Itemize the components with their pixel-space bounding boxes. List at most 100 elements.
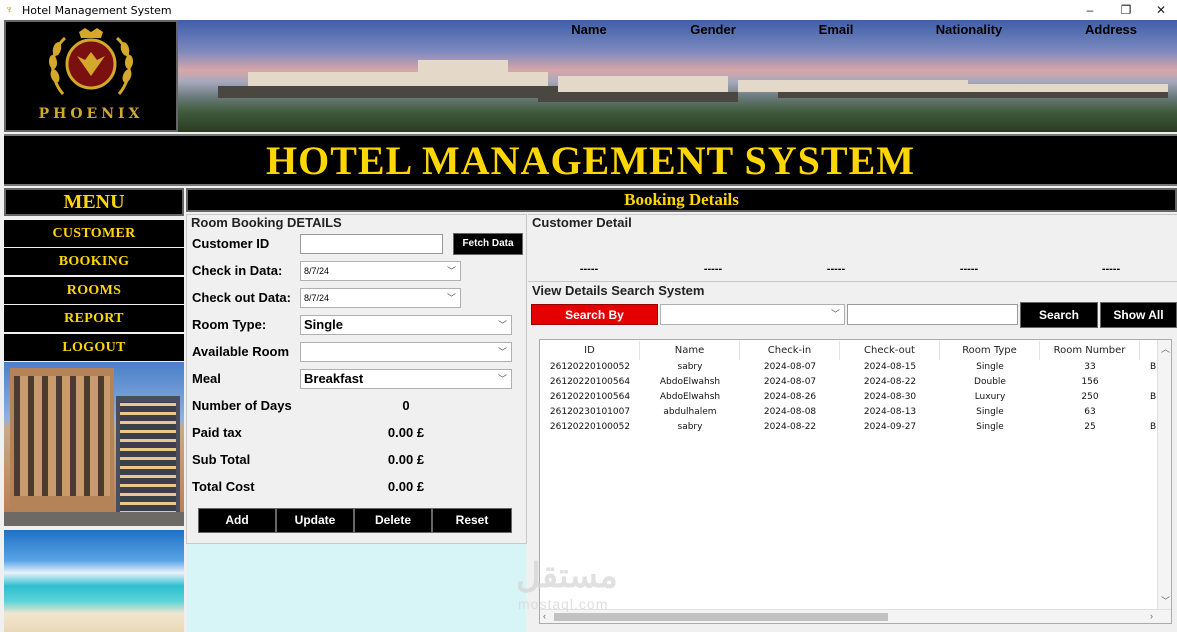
chevron-down-icon: ﹀	[497, 320, 507, 330]
beach-image	[4, 530, 184, 632]
header-id[interactable]: ID	[540, 341, 640, 360]
subtotal-label: Sub Total	[192, 452, 251, 467]
checkout-date-picker[interactable]: 8/7/24 ﹀	[300, 288, 461, 308]
room-type-label: Room Type:	[192, 317, 267, 332]
menu-booking-button[interactable]: BOOKING	[4, 248, 184, 275]
search-field-select[interactable]: ﹀	[660, 304, 845, 325]
col-name-header: Name	[571, 22, 607, 37]
header-room-type[interactable]: Room Type	[940, 341, 1040, 360]
cell-id: 26120230101007	[549, 407, 631, 417]
checkout-label: Check out Data:	[192, 290, 291, 305]
menu-title: MENU	[4, 188, 184, 216]
table-header: ID Name Check-in Check-out Room Type Roo…	[540, 341, 1160, 360]
horizontal-scroll-thumb[interactable]	[554, 613, 888, 621]
customer-id-input[interactable]	[300, 234, 443, 254]
reset-button[interactable]: Reset	[432, 508, 512, 533]
phoenix-emblem-icon	[48, 28, 134, 95]
days-label: Number of Days	[192, 398, 292, 413]
name-value: -----	[579, 263, 599, 275]
col-nationality-header: Nationality	[935, 22, 1003, 37]
watermark-logo: مستقل	[516, 557, 618, 595]
email-value: -----	[826, 263, 846, 275]
cell-name: AbdoElwahsh	[659, 377, 721, 387]
table-row[interactable]: 26120220100052 sabry 2024-08-22 2024-09-…	[540, 420, 1160, 435]
panel-background-fill	[187, 544, 526, 632]
cell-name: abdulhalem	[663, 407, 717, 417]
chevron-down-icon: ﹀	[446, 266, 456, 276]
customer-detail-label: Customer Detail	[532, 215, 634, 230]
cell-room-number: 156	[1081, 377, 1099, 387]
subtotal-value: 0.00 £	[387, 452, 425, 467]
scroll-down-icon[interactable]: ﹀	[1161, 594, 1170, 607]
fetch-data-button[interactable]: Fetch Data	[453, 233, 523, 255]
scroll-left-icon[interactable]: ‹	[543, 611, 546, 621]
minimize-icon[interactable]: –	[1073, 0, 1107, 20]
cell-room-number: 63	[1084, 407, 1096, 417]
app-icon: ♆	[5, 4, 14, 16]
header-checkin[interactable]: Check-in	[740, 341, 840, 360]
menu-customer-button[interactable]: CUSTOMER	[4, 220, 184, 247]
cell-room-type: Single	[976, 362, 1004, 372]
room-type-select[interactable]: Single ﹀	[300, 315, 512, 335]
menu-report-button[interactable]: REPORT	[4, 305, 184, 332]
checkin-date-picker[interactable]: 8/7/24 ﹀	[300, 261, 461, 281]
cell-checkout: 2024-09-27	[863, 422, 917, 432]
close-icon[interactable]: ✕	[1144, 0, 1177, 20]
address-value: -----	[1101, 263, 1121, 275]
tax-label: Paid tax	[192, 425, 242, 440]
cell-id: 26120220100052	[549, 362, 631, 372]
cell-room-number: 33	[1084, 362, 1096, 372]
chevron-down-icon: ﹀	[497, 347, 507, 357]
header-checkout[interactable]: Check-out	[840, 341, 940, 360]
cell-room-type: Single	[976, 407, 1004, 417]
table-row[interactable]: 26120220100564 AbdoElwahsh 2024-08-26 20…	[540, 390, 1160, 405]
checkin-label: Check in Data:	[192, 263, 283, 278]
days-value: 0	[402, 398, 410, 413]
menu-rooms-button[interactable]: ROOMS	[4, 277, 184, 304]
table-row[interactable]: 26120220100052 sabry 2024-08-07 2024-08-…	[540, 360, 1160, 375]
nationality-value: -----	[959, 263, 979, 275]
scroll-right-icon[interactable]: ›	[1150, 611, 1153, 621]
menu-logout-button[interactable]: LOGOUT	[4, 334, 184, 361]
update-button[interactable]: Update	[276, 508, 354, 533]
search-system-label: View Details Search System	[532, 283, 707, 298]
logo-text: PHOENIX	[38, 106, 144, 122]
app-heading: HOTEL MANAGEMENT SYSTEM	[4, 134, 1177, 186]
show-all-button[interactable]: Show All	[1100, 302, 1177, 328]
cell-id: 26120220100564	[549, 377, 631, 387]
gender-value: -----	[703, 263, 723, 275]
restore-icon[interactable]: ❐	[1109, 0, 1143, 20]
cell-name: sabry	[677, 422, 703, 432]
header-name[interactable]: Name	[640, 341, 740, 360]
tax-value: 0.00 £	[387, 425, 425, 440]
cell-name: AbdoElwahsh	[659, 392, 721, 402]
available-room-select[interactable]: ﹀	[300, 342, 512, 362]
meal-select[interactable]: Breakfast ﹀	[300, 369, 512, 389]
room-type-value: Single	[304, 317, 344, 332]
table-row[interactable]: 26120220100564 AbdoElwahsh 2024-08-07 20…	[540, 375, 1160, 390]
checkout-date-value: 8/7/24	[304, 293, 330, 303]
horizontal-scrollbar[interactable]: ‹ ›	[540, 609, 1171, 623]
header-room-number[interactable]: Room Number	[1040, 341, 1140, 360]
cell-checkin: 2024-08-22	[763, 422, 817, 432]
cell-checkin: 2024-08-26	[763, 392, 817, 402]
cell-checkout: 2024-08-22	[863, 377, 917, 387]
search-button[interactable]: Search	[1020, 302, 1098, 328]
col-address-header: Address	[1084, 22, 1138, 37]
cell-room-number: 25	[1084, 422, 1096, 432]
room-booking-label: Room Booking DETAILS	[191, 215, 344, 230]
add-button[interactable]: Add	[198, 508, 276, 533]
customer-id-label: Customer ID	[192, 236, 270, 251]
vertical-scrollbar[interactable]: ︿ ﹀	[1157, 340, 1171, 623]
table-row[interactable]: 26120230101007 abdulhalem 2024-08-08 202…	[540, 405, 1160, 420]
hotel-building-image	[4, 362, 184, 526]
search-input[interactable]	[847, 304, 1018, 325]
cell-room-number: 250	[1081, 392, 1099, 402]
delete-button[interactable]: Delete	[354, 508, 432, 533]
cell-id: 26120220100564	[549, 392, 631, 402]
scroll-up-icon[interactable]: ︿	[1161, 342, 1170, 355]
hotel-logo: PHOENIX	[4, 20, 178, 132]
bookings-table[interactable]: ID Name Check-in Check-out Room Type Roo…	[539, 339, 1172, 624]
watermark-text: mostaql.com	[518, 596, 609, 612]
chevron-down-icon: ﹀	[497, 374, 507, 384]
